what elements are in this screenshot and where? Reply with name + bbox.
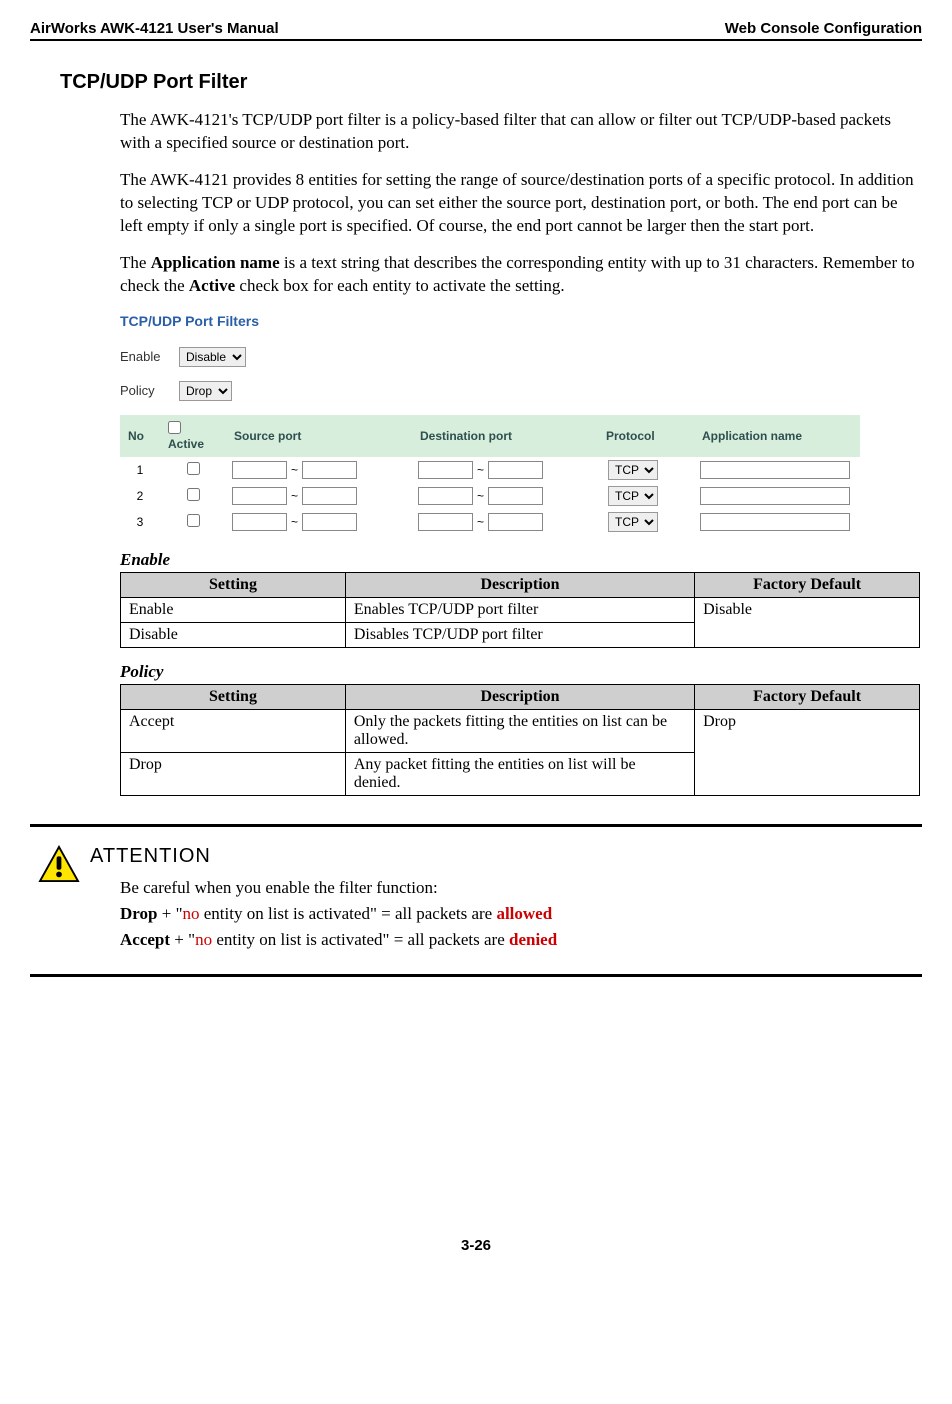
app-name-input[interactable] [700, 487, 850, 505]
app-name-input[interactable] [700, 461, 850, 479]
enable-label: Enable [120, 349, 175, 364]
paragraph-2: The AWK-4121 provides 8 entities for set… [120, 169, 922, 238]
dest-start-input[interactable] [418, 513, 473, 531]
table-row: 1 ~ ~ TCP [120, 457, 860, 483]
paragraph-3: The Application name is a text string th… [120, 252, 922, 298]
page-header: AirWorks AWK-4121 User's Manual Web Cons… [30, 20, 922, 41]
enable-select[interactable]: Disable [179, 347, 246, 367]
th-setting: Setting [121, 684, 346, 709]
dest-start-input[interactable] [418, 487, 473, 505]
th-factory-default: Factory Default [695, 572, 920, 597]
dest-start-input[interactable] [418, 461, 473, 479]
enable-heading: Enable [120, 550, 922, 570]
header-left: AirWorks AWK-4121 User's Manual [30, 20, 279, 37]
dest-end-input[interactable] [488, 513, 543, 531]
app-name-input[interactable] [700, 513, 850, 531]
th-desc: Description [345, 684, 694, 709]
paragraph-1: The AWK-4121's TCP/UDP port filter is a … [120, 109, 922, 155]
cell-setting: Enable [121, 597, 346, 622]
cell-desc: Any packet fitting the entities on list … [345, 752, 694, 795]
attention-line-3: Accept + "no entity on list is activated… [120, 930, 922, 950]
policy-select[interactable]: Drop [179, 381, 232, 401]
source-end-input[interactable] [302, 461, 357, 479]
active-checkbox[interactable] [187, 514, 200, 527]
th-desc: Description [345, 572, 694, 597]
cell-setting: Drop [121, 752, 346, 795]
tilde: ~ [287, 463, 302, 477]
text: entity on list is activated" = all packe… [212, 930, 509, 949]
th-setting: Setting [121, 572, 346, 597]
allowed-red: allowed [496, 904, 552, 923]
col-active-label: Active [168, 437, 204, 451]
drop-bold: Drop [120, 904, 157, 923]
cell-desc: Disables TCP/UDP port filter [345, 622, 694, 647]
config-screenshot: TCP/UDP Port Filters Enable Disable Poli… [120, 313, 880, 535]
col-no: No [120, 415, 160, 457]
tilde: ~ [473, 489, 488, 503]
warning-icon [38, 845, 80, 883]
source-end-input[interactable] [302, 487, 357, 505]
policy-label: Policy [120, 383, 175, 398]
cell-factory-default: Disable [695, 597, 920, 647]
attention-box: ATTENTION Be careful when you enable the… [30, 824, 922, 977]
p3-bold-1: Application name [151, 253, 280, 272]
cell-desc: Enables TCP/UDP port filter [345, 597, 694, 622]
attention-line-1: Be careful when you enable the filter fu… [120, 878, 922, 898]
col-app: Application name [694, 415, 860, 457]
policy-doc-table: Setting Description Factory Default Acce… [120, 684, 920, 796]
col-protocol: Protocol [598, 415, 694, 457]
tilde: ~ [287, 489, 302, 503]
dest-end-input[interactable] [488, 487, 543, 505]
attention-line-2: Drop + "no entity on list is activated" … [120, 904, 922, 924]
th-factory-default: Factory Default [695, 684, 920, 709]
source-end-input[interactable] [302, 513, 357, 531]
table-row: 2 ~ ~ TCP [120, 483, 860, 509]
source-start-input[interactable] [232, 513, 287, 531]
tilde: ~ [473, 463, 488, 477]
no-red: no [183, 904, 200, 923]
page-number: 3-26 [30, 1237, 922, 1254]
denied-red: denied [509, 930, 557, 949]
active-checkbox[interactable] [187, 462, 200, 475]
policy-heading: Policy [120, 662, 922, 682]
active-checkbox[interactable] [187, 488, 200, 501]
cell-factory-default: Drop [695, 709, 920, 795]
text: + " [170, 930, 195, 949]
row-no: 2 [120, 483, 160, 509]
protocol-select[interactable]: TCP [608, 486, 658, 506]
row-no: 3 [120, 509, 160, 535]
tilde: ~ [287, 515, 302, 529]
section-title: TCP/UDP Port Filter [60, 71, 922, 94]
table-row: 3 ~ ~ TCP [120, 509, 860, 535]
active-header-checkbox[interactable] [168, 421, 181, 434]
text: entity on list is activated" = all packe… [200, 904, 497, 923]
dest-end-input[interactable] [488, 461, 543, 479]
col-source: Source port [226, 415, 412, 457]
cell-setting: Disable [121, 622, 346, 647]
source-start-input[interactable] [232, 461, 287, 479]
cell-setting: Accept [121, 709, 346, 752]
cell-desc: Only the packets fitting the entities on… [345, 709, 694, 752]
accept-bold: Accept [120, 930, 170, 949]
tilde: ~ [473, 515, 488, 529]
col-active: Active [160, 415, 226, 457]
filter-table: No Active Source port Destination port P… [120, 415, 860, 535]
screenshot-title: TCP/UDP Port Filters [120, 313, 880, 329]
protocol-select[interactable]: TCP [608, 512, 658, 532]
text: + " [157, 904, 182, 923]
enable-doc-table: Setting Description Factory Default Enab… [120, 572, 920, 648]
col-dest: Destination port [412, 415, 598, 457]
no-red: no [195, 930, 212, 949]
source-start-input[interactable] [232, 487, 287, 505]
attention-title: ATTENTION [90, 845, 922, 868]
p3-post: check box for each entity to activate th… [235, 276, 564, 295]
row-no: 1 [120, 457, 160, 483]
p3-bold-2: Active [189, 276, 235, 295]
p3-pre: The [120, 253, 151, 272]
header-right: Web Console Configuration [725, 20, 922, 37]
protocol-select[interactable]: TCP [608, 460, 658, 480]
